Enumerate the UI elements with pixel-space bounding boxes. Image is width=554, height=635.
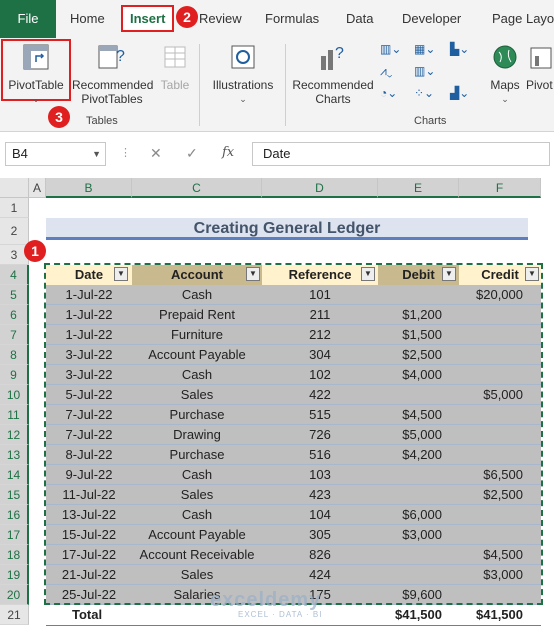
illustrations-label: Illustrations — [212, 78, 274, 92]
chevron-down-icon[interactable]: ▼ — [92, 143, 101, 165]
row-header[interactable]: 19 — [0, 565, 29, 585]
row-header[interactable]: 1 — [0, 198, 29, 218]
row-header[interactable]: 9 — [0, 365, 29, 385]
group-charts-label: Charts — [414, 115, 447, 127]
row-header[interactable]: 4 — [0, 265, 29, 285]
sheet-title: Creating General Ledger — [46, 218, 528, 240]
recommended-pivottables-button[interactable]: ? Recommended PivotTables — [72, 42, 154, 106]
tab-insert[interactable]: Insert — [121, 5, 175, 32]
enter-icon[interactable]: ✓ — [186, 145, 198, 162]
group-tables-label: Tables — [86, 115, 118, 127]
chevron-down-icon: ⌄ — [501, 94, 509, 104]
row-header[interactable]: 10 — [0, 385, 29, 405]
tab-page-layout[interactable]: Page Layo — [492, 0, 554, 38]
hierarchy-chart-icon[interactable]: ▦⌄ — [414, 42, 435, 56]
ribbon-tab-bar: File Home Insert 2 Review Formulas Data … — [0, 0, 554, 38]
row-header[interactable]: 18 — [0, 545, 29, 565]
illustrations-button[interactable]: Illustrations ⌄ — [206, 42, 280, 106]
svg-text:?: ? — [335, 45, 344, 62]
row-header[interactable]: 11 — [0, 405, 29, 425]
row-header[interactable]: 16 — [0, 505, 29, 525]
row-header[interactable]: 20 — [0, 585, 29, 605]
tab-file[interactable]: File — [0, 0, 56, 38]
selection-border — [44, 263, 543, 605]
insert-ribbon: PivotTable ⌄ 3 ? Recommended PivotTables… — [0, 38, 554, 132]
callout-3: 3 — [48, 106, 70, 128]
row-header[interactable]: 21 — [0, 605, 29, 625]
column-header-f[interactable]: F — [459, 178, 541, 198]
pivottable-label: PivotTable — [8, 78, 64, 92]
statistic-chart-icon[interactable]: ▥⌄ — [414, 64, 435, 78]
pivottable-button[interactable]: PivotTable ⌄ — [4, 42, 68, 106]
formula-input[interactable]: Date — [252, 142, 550, 166]
pivotchart-button[interactable]: Pivot — [526, 42, 554, 92]
waterfall-chart-icon[interactable]: ▙⌄ — [450, 42, 469, 56]
tab-data[interactable]: Data — [346, 0, 373, 38]
pivotchart-icon — [530, 47, 552, 69]
total-credit[interactable]: $41,500 — [459, 605, 523, 625]
tab-review[interactable]: Review — [199, 0, 242, 38]
formula-bar: B4 ▼ ⋮ ✕ ✓ fx Date — [0, 140, 554, 170]
name-box-value: B4 — [12, 146, 28, 161]
chevron-down-icon: ⌄ — [32, 94, 40, 104]
callout-2: 2 — [176, 6, 198, 28]
table-label: Table — [160, 78, 190, 92]
row-header[interactable]: 8 — [0, 345, 29, 365]
maps-button[interactable]: Maps ⌄ — [486, 42, 524, 106]
table-icon — [164, 46, 186, 68]
column-header-c[interactable]: C — [132, 178, 262, 198]
drag-handle-icon[interactable]: ⋮ — [120, 146, 131, 159]
tab-home[interactable]: Home — [70, 0, 105, 38]
row-header[interactable]: 15 — [0, 485, 29, 505]
row-header[interactable]: 5 — [0, 285, 29, 305]
recommended-charts-line2: Charts — [315, 92, 351, 106]
insert-function-icon[interactable]: fx — [222, 145, 234, 160]
recommended-charts-button[interactable]: ? Recommended Charts — [290, 42, 376, 106]
select-all-corner[interactable] — [0, 178, 29, 198]
column-chart-icon[interactable]: ▥⌄ — [380, 42, 401, 56]
column-header-d[interactable]: D — [262, 178, 378, 198]
pie-chart-icon[interactable]: ◔⌄ — [380, 86, 397, 100]
ribbon-separator — [199, 44, 200, 126]
row-header[interactable]: 13 — [0, 445, 29, 465]
table-button[interactable]: Table — [158, 42, 192, 92]
row-header[interactable]: 17 — [0, 525, 29, 545]
globe-icon — [493, 45, 517, 69]
illustrations-icon — [231, 45, 255, 69]
pivotchart-label: Pivot — [526, 78, 553, 92]
recommended-charts-line1: Recommended — [292, 78, 374, 92]
recommended-pivottables-icon: ? — [98, 45, 125, 69]
name-box[interactable]: B4 ▼ — [5, 142, 106, 166]
recommended-pivottables-line1: Recommended — [72, 78, 154, 92]
row-header[interactable]: 12 — [0, 425, 29, 445]
scatter-chart-icon[interactable]: ⁘⌄ — [414, 86, 434, 100]
tab-developer[interactable]: Developer — [402, 0, 461, 38]
row-header[interactable]: 14 — [0, 465, 29, 485]
watermark-tagline: EXCEL · DATA · BI — [238, 610, 323, 619]
recommended-pivottables-line2: PivotTables — [81, 92, 143, 106]
maps-label: Maps — [490, 78, 520, 92]
callout-1: 1 — [24, 240, 46, 262]
total-label[interactable]: Total — [72, 605, 102, 625]
row-header[interactable]: 7 — [0, 325, 29, 345]
tab-formulas[interactable]: Formulas — [265, 0, 319, 38]
total-debit[interactable]: $41,500 — [378, 605, 442, 625]
chevron-down-icon: ⌄ — [239, 94, 247, 104]
column-header-e[interactable]: E — [378, 178, 459, 198]
cancel-icon[interactable]: ✕ — [150, 145, 162, 162]
recommended-charts-icon: ? — [321, 45, 344, 70]
row-header[interactable]: 2 — [0, 218, 29, 245]
total-row-border — [46, 625, 541, 626]
svg-text:?: ? — [116, 48, 125, 65]
column-header-b[interactable]: B — [46, 178, 132, 198]
watermark-logo: exceldemy — [210, 589, 322, 611]
pivottable-icon — [23, 44, 49, 70]
line-chart-icon[interactable]: ⩘⌄ — [380, 64, 392, 79]
combo-chart-icon[interactable]: ▟⌄ — [450, 86, 469, 100]
column-header-a[interactable]: A — [29, 178, 46, 198]
row-header[interactable]: 6 — [0, 305, 29, 325]
ribbon-separator — [285, 44, 286, 126]
